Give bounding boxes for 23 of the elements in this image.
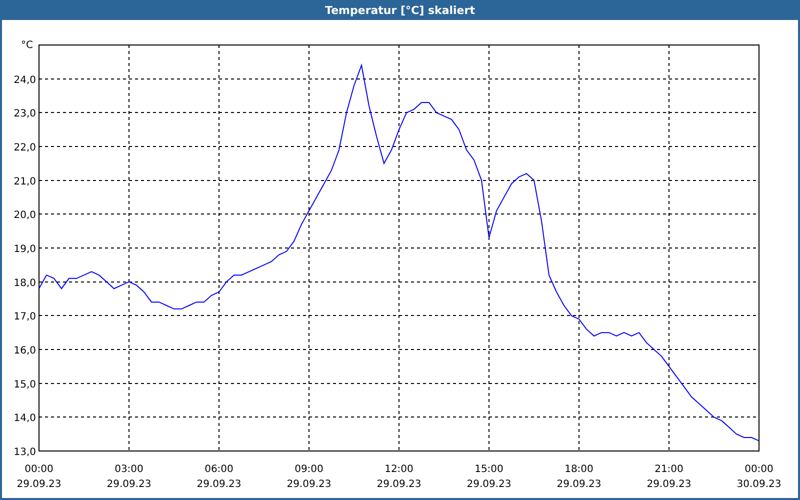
y-tick-label: 13,0 [14, 447, 36, 458]
y-axis-unit: °C [21, 40, 33, 51]
x-tick-label: 21:00 29.09.23 [646, 464, 692, 490]
y-tick-label: 16,0 [14, 346, 36, 356]
y-tick-label: 15,0 [14, 379, 36, 390]
x-tick-label: 00:00 29.09.23 [16, 464, 62, 490]
window-title: Temperatur [°C] skaliert [325, 4, 475, 16]
y-tick-label: 17,0 [14, 312, 36, 323]
y-tick-label: 18,0 [14, 278, 36, 289]
y-tick-label: 19,0 [14, 244, 36, 255]
y-tick-label: 24,0 [14, 74, 36, 86]
y-tick-label: 21,0 [14, 176, 36, 188]
x-tick-label: 09:00 29.09.23 [286, 464, 332, 490]
x-tick-label: 18:00 29.09.23 [556, 464, 602, 490]
y-tick-label: 20,0 [14, 210, 36, 222]
x-tick-label: 12:00 29.09.23 [376, 464, 422, 490]
x-tick-label: 06:00 29.09.23 [196, 464, 242, 490]
y-tick-label: 22,0 [14, 142, 36, 154]
y-tick-label: 14,0 [14, 413, 36, 424]
x-tick-label: 15:00 29.09.23 [466, 464, 512, 490]
x-tick-label: 03:00 29.09.23 [106, 464, 152, 490]
x-tick-label: 00:00 30.09.23 [736, 464, 782, 490]
y-tick-label: 23,0 [14, 108, 36, 120]
